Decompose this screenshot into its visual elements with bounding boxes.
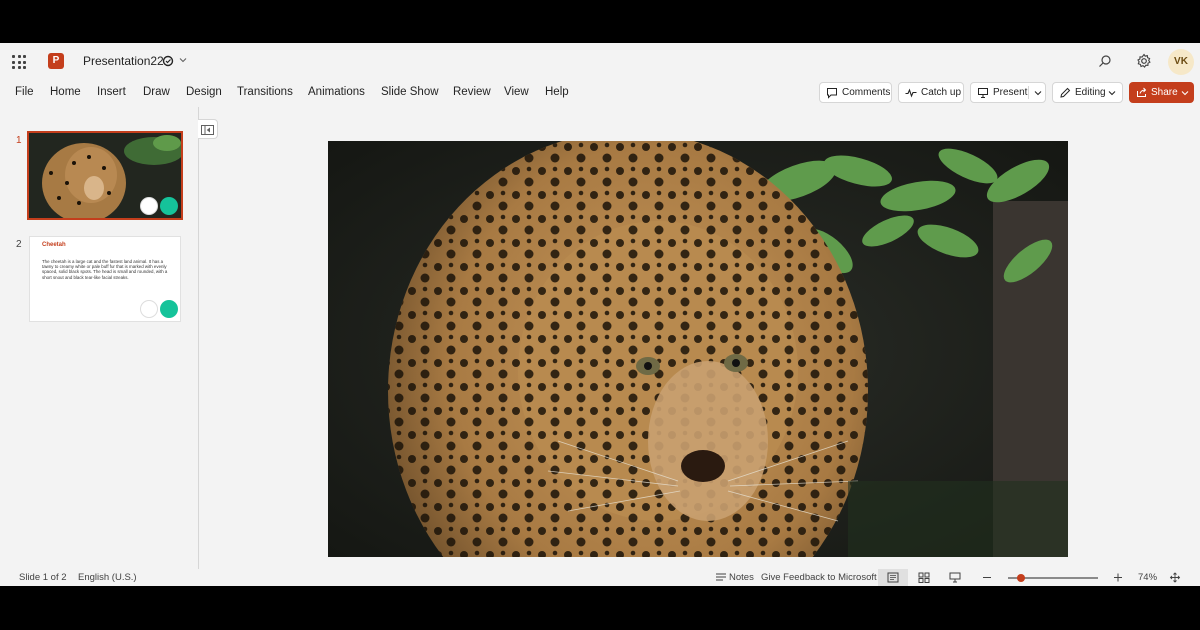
tab-animations[interactable]: Animations <box>308 86 365 98</box>
pane-divider[interactable] <box>198 107 199 569</box>
user-avatar[interactable]: VK <box>1168 49 1194 75</box>
comments-label: Comments <box>842 87 891 98</box>
catch-up-button[interactable]: Catch up <box>898 82 964 103</box>
thumbnail-title: Cheetah <box>42 242 66 248</box>
slide-thumbnail-pane: 1 2 Cheetah The cheetah is a large cat a… <box>0 107 198 569</box>
grammarly-icon[interactable] <box>160 197 178 215</box>
lightbulb-icon[interactable] <box>140 197 158 215</box>
tab-help[interactable]: Help <box>545 86 569 98</box>
tab-file[interactable]: File <box>15 86 34 98</box>
app-launcher-icon[interactable] <box>12 55 26 69</box>
zoom-in-icon[interactable] <box>1112 572 1124 583</box>
zoom-slider[interactable] <box>1008 574 1098 582</box>
slide-canvas[interactable] <box>328 141 1068 557</box>
slide-number: 1 <box>16 135 22 146</box>
tab-draw[interactable]: Draw <box>143 86 170 98</box>
share-label: Share <box>1151 87 1178 98</box>
tab-slide-show[interactable]: Slide Show <box>381 86 439 98</box>
slide-number: 2 <box>16 239 22 250</box>
lightbulb-icon[interactable] <box>140 300 158 318</box>
powerpoint-logo-icon[interactable]: P <box>48 53 64 69</box>
zoom-slider-thumb[interactable] <box>1017 574 1025 582</box>
editing-label: Editing <box>1075 87 1106 98</box>
grammarly-widget[interactable] <box>139 299 179 319</box>
split-divider <box>1028 86 1029 99</box>
share-chevron-down-icon <box>1181 91 1189 96</box>
cloud-sync-icon[interactable] <box>162 55 174 67</box>
slide-sorter-icon[interactable] <box>918 572 930 583</box>
tab-transitions[interactable]: Transitions <box>237 86 293 98</box>
slide-position: Slide 1 of 2 <box>19 572 67 583</box>
editing-chevron-down-icon <box>1108 91 1116 96</box>
language-indicator[interactable]: English (U.S.) <box>78 572 137 583</box>
grammarly-icon[interactable] <box>160 300 178 318</box>
document-title[interactable]: Presentation22 <box>83 54 164 68</box>
share-button[interactable]: Share <box>1129 82 1194 103</box>
tab-review[interactable]: Review <box>453 86 491 98</box>
share-icon <box>1137 87 1147 97</box>
slide-thumbnail-2[interactable]: Cheetah The cheetah is a large cat and t… <box>29 236 181 322</box>
tab-home[interactable]: Home <box>50 86 81 98</box>
normal-view-icon[interactable] <box>887 572 899 583</box>
reading-view-icon[interactable] <box>949 572 961 583</box>
slide-thumbnail-1[interactable] <box>27 131 183 220</box>
activity-icon <box>905 88 917 98</box>
zoom-level[interactable]: 74% <box>1138 572 1157 583</box>
present-chevron-down-icon[interactable] <box>1033 88 1043 98</box>
thumbnail-body: The cheetah is a large cat and the faste… <box>42 259 168 280</box>
catch-up-label: Catch up <box>921 87 962 98</box>
grammarly-widget[interactable] <box>139 196 179 216</box>
present-icon <box>978 88 988 98</box>
feedback-link[interactable]: Give Feedback to Microsoft <box>761 572 877 583</box>
ribbon-tabs: File Home Insert Draw Design Transitions… <box>0 79 1200 107</box>
search-icon[interactable] <box>1098 54 1112 68</box>
present-label: Present <box>993 87 1028 98</box>
notes-icon <box>716 573 726 581</box>
leopard-photo[interactable] <box>328 141 1068 557</box>
present-button[interactable]: Present <box>970 82 1046 103</box>
tab-insert[interactable]: Insert <box>97 86 126 98</box>
status-bar: Slide 1 of 2 English (U.S.) Notes Give F… <box>0 569 1200 586</box>
pencil-icon <box>1060 87 1071 98</box>
title-bar: P Presentation22 VK <box>0 43 1200 79</box>
chevron-down-icon[interactable] <box>178 55 188 65</box>
notes-button[interactable]: Notes <box>729 572 754 583</box>
powerpoint-window: P Presentation22 VK File Home Insert Dra… <box>0 43 1200 586</box>
comment-icon <box>827 88 837 99</box>
gear-icon[interactable] <box>1136 53 1152 69</box>
toggle-thumbnail-pane-button[interactable] <box>198 119 218 139</box>
fit-to-window-icon[interactable] <box>1169 572 1181 583</box>
editing-mode-button[interactable]: Editing <box>1052 82 1123 103</box>
panel-icon <box>201 125 214 135</box>
zoom-out-icon[interactable] <box>981 572 993 583</box>
comments-button[interactable]: Comments <box>819 82 892 103</box>
tab-design[interactable]: Design <box>186 86 222 98</box>
tab-view[interactable]: View <box>504 86 529 98</box>
